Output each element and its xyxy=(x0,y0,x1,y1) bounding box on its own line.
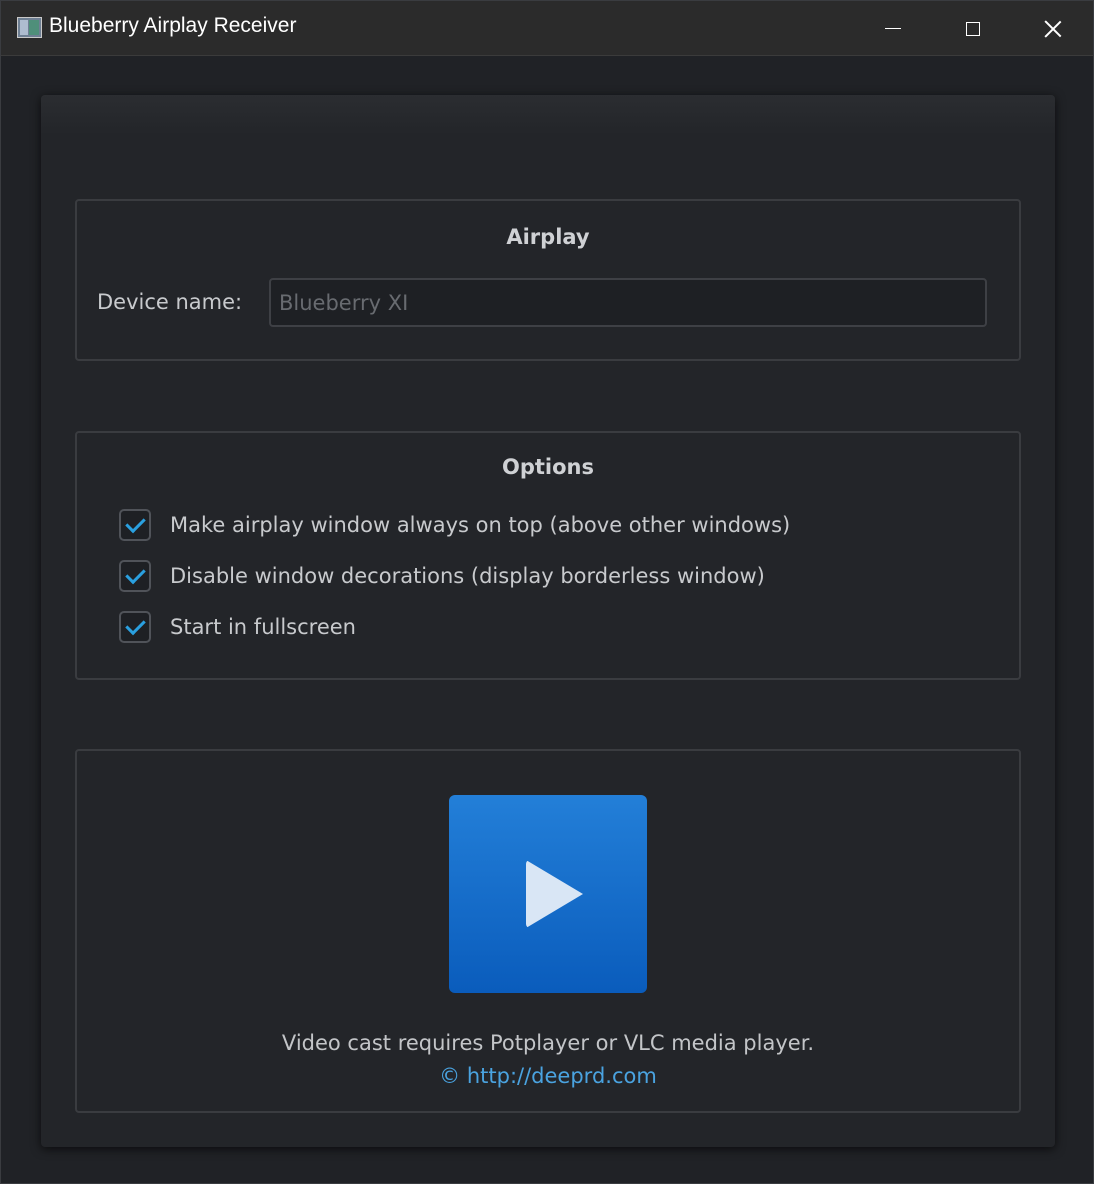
window-title: Blueberry Airplay Receiver xyxy=(49,14,297,37)
play-icon xyxy=(525,860,583,928)
disable-decorations-label: Disable window decorations (display bord… xyxy=(170,564,765,588)
minimize-button[interactable] xyxy=(853,1,933,56)
app-icon xyxy=(17,17,42,38)
start-fullscreen-label: Start in fullscreen xyxy=(170,615,356,639)
options-group: Options Make airplay window always on to… xyxy=(75,431,1021,680)
airplay-group: Airplay Device name: xyxy=(75,199,1021,361)
always-on-top-checkbox[interactable] xyxy=(119,509,151,541)
main-panel: Airplay Device name: Options Make airpla… xyxy=(41,95,1055,1147)
title-bar[interactable]: Blueberry Airplay Receiver xyxy=(1,1,1093,56)
app-window: Blueberry Airplay Receiver Airplay Devic… xyxy=(0,0,1094,1184)
device-name-label: Device name: xyxy=(97,290,243,314)
close-icon xyxy=(1044,20,1062,38)
disable-decorations-checkbox[interactable] xyxy=(119,560,151,592)
maximize-icon xyxy=(966,21,980,36)
maximize-button[interactable] xyxy=(933,1,1013,56)
option-always-on-top[interactable]: Make airplay window always on top (above… xyxy=(119,509,790,541)
close-button[interactable] xyxy=(1013,1,1093,56)
option-start-fullscreen[interactable]: Start in fullscreen xyxy=(119,611,356,643)
device-name-input[interactable] xyxy=(269,278,987,327)
options-group-title: Options xyxy=(502,455,594,479)
minimize-icon xyxy=(885,28,901,29)
play-button[interactable] xyxy=(449,795,647,993)
start-fullscreen-checkbox[interactable] xyxy=(119,611,151,643)
panel-header xyxy=(41,95,1055,135)
cast-requirement-note: Video cast requires Potplayer or VLC med… xyxy=(281,1031,815,1055)
airplay-group-title: Airplay xyxy=(506,225,590,249)
option-disable-decorations[interactable]: Disable window decorations (display bord… xyxy=(119,560,765,592)
always-on-top-label: Make airplay window always on top (above… xyxy=(170,513,791,537)
website-link[interactable]: © http://deeprd.com xyxy=(77,1064,1019,1088)
play-group: Video cast requires Potplayer or VLC med… xyxy=(75,749,1021,1113)
